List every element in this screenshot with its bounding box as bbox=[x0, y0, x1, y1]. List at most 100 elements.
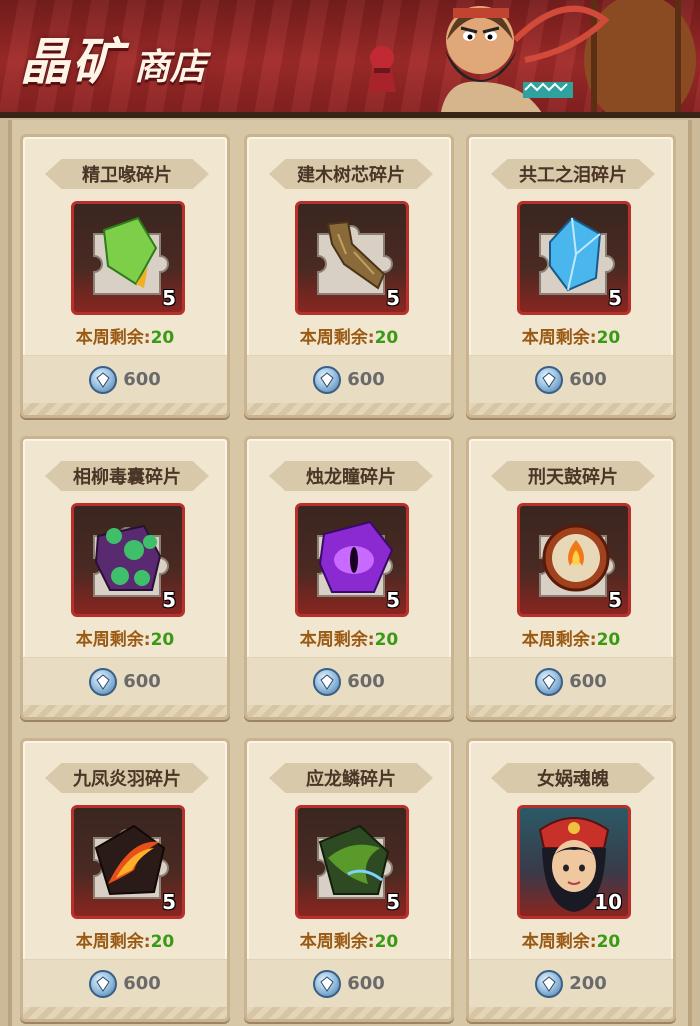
item-icon-frame[interactable]: 5 bbox=[71, 503, 185, 617]
weekly-remaining-label: 本周剩余: bbox=[75, 630, 151, 650]
crystal-currency-icon bbox=[313, 667, 342, 696]
item-count: 5 bbox=[386, 890, 400, 914]
shop-item-card[interactable]: 精卫喙碎片 5 本周剩余:20 600 bbox=[20, 134, 230, 418]
shop-item-card[interactable]: 九凤炎羽碎片 5 本周剩余:20 600 bbox=[20, 738, 230, 1022]
item-icon-frame[interactable]: 5 bbox=[71, 201, 185, 315]
weekly-remaining: 本周剩余:20 bbox=[247, 323, 451, 348]
item-price: 600 bbox=[569, 369, 607, 390]
crystal-currency-icon bbox=[89, 365, 118, 394]
item-name: 相柳毒囊碎片 bbox=[45, 461, 209, 491]
card-trim bbox=[469, 403, 673, 415]
weekly-remaining: 本周剩余:20 bbox=[469, 625, 673, 650]
item-price: 200 bbox=[569, 973, 607, 994]
crystal-currency-icon bbox=[313, 969, 342, 998]
weekly-remaining: 本周剩余:20 bbox=[469, 927, 673, 952]
weekly-remaining-value: 20 bbox=[150, 630, 175, 650]
buy-button[interactable]: 600 bbox=[247, 959, 451, 1007]
item-name: 共工之泪碎片 bbox=[491, 159, 655, 189]
buy-button[interactable]: 600 bbox=[23, 959, 227, 1007]
buy-button[interactable]: 600 bbox=[247, 355, 451, 403]
item-name: 女娲魂魄 bbox=[491, 763, 655, 793]
weekly-remaining: 本周剩余:20 bbox=[469, 323, 673, 348]
weekly-remaining-value: 20 bbox=[374, 932, 399, 952]
buy-button[interactable]: 600 bbox=[23, 355, 227, 403]
item-icon-frame[interactable]: 5 bbox=[517, 201, 631, 315]
item-count: 5 bbox=[608, 286, 622, 310]
card-trim bbox=[247, 705, 451, 717]
weekly-remaining: 本周剩余:20 bbox=[23, 323, 227, 348]
weekly-remaining-label: 本周剩余: bbox=[299, 630, 375, 650]
buy-button[interactable]: 600 bbox=[469, 657, 673, 705]
weekly-remaining-label: 本周剩余: bbox=[75, 328, 151, 348]
item-count: 5 bbox=[162, 588, 176, 612]
item-count: 5 bbox=[386, 286, 400, 310]
card-trim bbox=[469, 1007, 673, 1019]
weekly-remaining-value: 20 bbox=[374, 328, 399, 348]
crystal-currency-icon bbox=[535, 667, 564, 696]
item-price: 600 bbox=[347, 973, 385, 994]
crystal-currency-icon bbox=[89, 969, 118, 998]
weekly-remaining-value: 20 bbox=[596, 328, 621, 348]
item-name: 九凤炎羽碎片 bbox=[45, 763, 209, 793]
item-icon-frame[interactable]: 5 bbox=[295, 201, 409, 315]
card-trim bbox=[23, 1007, 227, 1019]
card-trim bbox=[469, 705, 673, 717]
red-pouch-decoration bbox=[368, 46, 396, 92]
item-count: 5 bbox=[608, 588, 622, 612]
item-icon-frame[interactable]: 10 bbox=[517, 805, 631, 919]
shop-item-card[interactable]: 女娲魂魄 10 本周剩余:20 200 bbox=[466, 738, 676, 1022]
weekly-remaining-value: 20 bbox=[374, 630, 399, 650]
item-price: 600 bbox=[123, 671, 161, 692]
weekly-remaining-value: 20 bbox=[150, 328, 175, 348]
item-icon-frame[interactable]: 5 bbox=[71, 805, 185, 919]
item-count: 10 bbox=[594, 890, 622, 914]
weekly-remaining-value: 20 bbox=[596, 932, 621, 952]
weekly-remaining-label: 本周剩余: bbox=[521, 630, 597, 650]
weekly-remaining-label: 本周剩余: bbox=[299, 932, 375, 952]
buy-button[interactable]: 600 bbox=[23, 657, 227, 705]
shop-item-card[interactable]: 相柳毒囊碎片 5 本周剩余:20 600 bbox=[20, 436, 230, 720]
item-icon-frame[interactable]: 5 bbox=[517, 503, 631, 617]
shop-item-card[interactable]: 烛龙瞳碎片 5 本周剩余:20 600 bbox=[244, 436, 454, 720]
weekly-remaining: 本周剩余:20 bbox=[23, 625, 227, 650]
weekly-remaining-label: 本周剩余: bbox=[299, 328, 375, 348]
weekly-remaining-label: 本周剩余: bbox=[521, 328, 597, 348]
shop-title-main: 晶矿 bbox=[20, 33, 124, 91]
buy-button[interactable]: 600 bbox=[469, 355, 673, 403]
weekly-remaining: 本周剩余:20 bbox=[247, 625, 451, 650]
item-icon-frame[interactable]: 5 bbox=[295, 805, 409, 919]
shop-item-card[interactable]: 刑天鼓碎片 5 本周剩余:20 600 bbox=[466, 436, 676, 720]
weekly-remaining-label: 本周剩余: bbox=[75, 932, 151, 952]
shop-keeper-illustration bbox=[441, 0, 696, 112]
item-price: 600 bbox=[347, 671, 385, 692]
shop-item-card[interactable]: 共工之泪碎片 5 本周剩余:20 600 bbox=[466, 134, 676, 418]
shop-item-card[interactable]: 建木树芯碎片 5 本周剩余:20 600 bbox=[244, 134, 454, 418]
buy-button[interactable]: 600 bbox=[247, 657, 451, 705]
item-count: 5 bbox=[162, 286, 176, 310]
weekly-remaining-label: 本周剩余: bbox=[521, 932, 597, 952]
item-count: 5 bbox=[162, 890, 176, 914]
item-count: 5 bbox=[386, 588, 400, 612]
weekly-remaining-value: 20 bbox=[596, 630, 621, 650]
item-price: 600 bbox=[123, 369, 161, 390]
shop-item-card[interactable]: 应龙鳞碎片 5 本周剩余:20 600 bbox=[244, 738, 454, 1022]
card-trim bbox=[247, 403, 451, 415]
item-name: 刑天鼓碎片 bbox=[491, 461, 655, 491]
item-price: 600 bbox=[347, 369, 385, 390]
item-icon-frame[interactable]: 5 bbox=[295, 503, 409, 617]
shop-title-sub: 商店 bbox=[134, 47, 207, 88]
card-trim bbox=[247, 1007, 451, 1019]
crystal-currency-icon bbox=[535, 365, 564, 394]
item-price: 600 bbox=[123, 973, 161, 994]
weekly-remaining: 本周剩余:20 bbox=[247, 927, 451, 952]
item-name: 烛龙瞳碎片 bbox=[269, 461, 433, 491]
card-trim bbox=[23, 705, 227, 717]
crystal-currency-icon bbox=[89, 667, 118, 696]
buy-button[interactable]: 200 bbox=[469, 959, 673, 1007]
card-trim bbox=[23, 403, 227, 415]
crystal-currency-icon bbox=[313, 365, 342, 394]
weekly-remaining: 本周剩余:20 bbox=[23, 927, 227, 952]
shop-header: 晶矿 商店 bbox=[0, 0, 700, 118]
item-price: 600 bbox=[569, 671, 607, 692]
item-name: 精卫喙碎片 bbox=[45, 159, 209, 189]
